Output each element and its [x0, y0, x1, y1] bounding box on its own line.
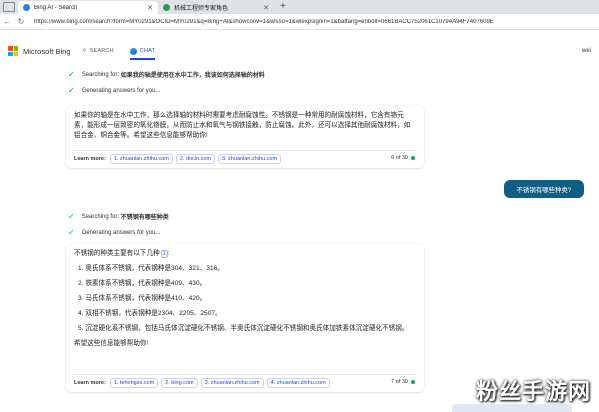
back-icon[interactable]: ← — [0, 17, 14, 26]
tab-bing-ai[interactable]: Bing AI - Search ✕ — [18, 1, 158, 14]
profile-name[interactable]: wei — [582, 48, 591, 54]
citation-badge[interactable]: 1 — [160, 250, 168, 258]
learn-more-label: Learn more: — [74, 380, 106, 386]
answer-intro: 不锈钢的种类主要有以下几种 1: — [66, 244, 424, 264]
search-status: ✓ Searching for: 不锈钢有哪些种类 — [68, 212, 169, 221]
learn-more-label: Learn more: — [74, 156, 106, 162]
list-item: 5. 沉淀硬化系不锈钢，包括马氏体沉淀硬化不锈钢、半奥氏体沉淀硬化不锈钢和奥氏体… — [78, 325, 409, 332]
nav-chat[interactable]: CHAT — [129, 42, 156, 60]
bing-header: Microsoft Bing ⌕ SEARCH CHAT wei — [0, 40, 599, 62]
status-text: Generating answers for you... — [81, 229, 161, 236]
user-message: 不锈钢有哪些种类? — [504, 180, 584, 198]
source-link[interactable]: 2. bing.com — [161, 378, 198, 388]
turn-counter: 7 of 30 — [391, 379, 415, 385]
status-query: 不锈钢有哪些种类 — [120, 215, 169, 221]
source-link[interactable]: 2. docin.com — [175, 154, 216, 164]
learn-more: Learn more: 1. tehongss.com 2. bing.com … — [74, 378, 333, 388]
new-tab-button[interactable]: + — [280, 1, 286, 12]
tab-favicon-icon — [163, 4, 170, 11]
answer-bubble: 如果你的轴是在水中工作，那么选择轴的材料时需要考虑耐腐蚀性。不锈钢是一种常用的耐… — [66, 106, 424, 168]
source-link[interactable]: 1. zhuanlan.zhihu.com — [109, 154, 173, 164]
checkmark-icon: ✓ — [68, 86, 75, 95]
close-tab-icon[interactable]: ✕ — [263, 4, 269, 12]
source-link[interactable]: 3. zhuanlan.zhihu.com — [218, 154, 282, 164]
checkmark-icon: ✓ — [68, 70, 75, 79]
search-status: ✓ Searching for: 如果我的轴是使用在水中工作，我该如何选择轴的材… — [68, 70, 265, 79]
status-prefix: Searching for: — [81, 71, 120, 78]
header-nav: ⌕ SEARCH CHAT — [83, 42, 172, 60]
answer-closing: 希望这些信息能够帮助你! — [74, 340, 149, 347]
answer-intro-tail: : — [167, 250, 170, 257]
microsoft-logo-icon — [8, 46, 18, 56]
url-field[interactable]: https://www.bing.com/search?form=MY0291&… — [34, 19, 574, 25]
answer-bubble: 不锈钢的种类主要有以下几种 1: 1. 奥氏体系不锈钢，代表钢种是304、321、… — [66, 244, 424, 392]
browser-tab-bar: Bing AI - Search ✕ 机械工程师专家角色 ✕ + — [0, 0, 599, 14]
tab-mechanical-engineer[interactable]: 机械工程师专家角色 ✕ — [158, 1, 274, 14]
nav-search-label: SEARCH — [89, 48, 114, 54]
nav-search[interactable]: ⌕ SEARCH — [83, 42, 114, 60]
checkmark-icon: ✓ — [68, 228, 75, 237]
answer-intro-text: 不锈钢的种类主要有以下几种 — [74, 250, 160, 257]
list-item: 2. 铁素体系不锈钢，代表钢种是409、430。 — [78, 280, 207, 287]
turn-counter-text: 6 of 30 — [391, 155, 408, 161]
divider — [73, 374, 417, 375]
close-tab-icon[interactable]: ✕ — [147, 4, 153, 12]
nav-chat-label: CHAT — [139, 48, 156, 54]
bing-favicon-icon — [23, 4, 30, 11]
list-item: 4. 双相不锈钢，代表钢种是2304、2205、2507。 — [78, 310, 222, 317]
workspaces-icon[interactable] — [3, 2, 15, 12]
answer-text: 如果你的轴是在水中工作，那么选择轴的材料时需要考虑耐腐蚀性。不锈钢是一种常用的耐… — [74, 112, 411, 139]
search-icon: ⌕ — [82, 47, 87, 54]
status-query: 如果我的轴是使用在水中工作，我该如何选择轴的材料 — [120, 73, 265, 79]
answer-list: 1. 奥氏体系不锈钢，代表钢种是304、321、316。 2. 铁素体系不锈钢，… — [66, 264, 424, 334]
source-link[interactable]: 4. zhuanlan.zhihu.com — [266, 378, 330, 388]
brand-name[interactable]: Microsoft Bing — [23, 47, 71, 56]
turn-counter-text: 7 of 30 — [391, 379, 408, 385]
turn-counter: 6 of 30 — [391, 155, 415, 161]
tab-title: Bing AI - Search — [34, 4, 78, 11]
chat-icon — [129, 47, 137, 55]
status-dot-icon — [411, 156, 415, 160]
generating-status: ✓ Generating answers for you... — [68, 228, 160, 237]
learn-more: Learn more: 1. zhuanlan.zhihu.com 2. doc… — [74, 154, 284, 164]
list-item: 1. 奥氏体系不锈钢，代表钢种是304、321、316。 — [78, 265, 224, 272]
site-watermark: 粉丝手游网 — [475, 379, 591, 404]
address-bar: ← ↻ https://www.bing.com/search?form=MY0… — [0, 14, 599, 30]
checkmark-icon: ✓ — [68, 212, 75, 221]
source-link[interactable]: 3. zhuanlan.zhihu.com — [200, 378, 264, 388]
generating-status: ✓ Generating answers for you... — [68, 86, 160, 95]
refresh-icon[interactable]: ↻ — [14, 17, 28, 26]
status-dot-icon — [411, 380, 415, 384]
tab-title: 机械工程师专家角色 — [174, 6, 229, 12]
divider — [73, 150, 417, 151]
status-prefix: Searching for: — [81, 213, 120, 220]
source-link[interactable]: 1. tehongss.com — [109, 378, 159, 388]
list-item: 3. 马氏体系不锈钢，代表钢种是410、420。 — [78, 295, 207, 302]
status-text: Generating answers for you... — [81, 87, 161, 94]
